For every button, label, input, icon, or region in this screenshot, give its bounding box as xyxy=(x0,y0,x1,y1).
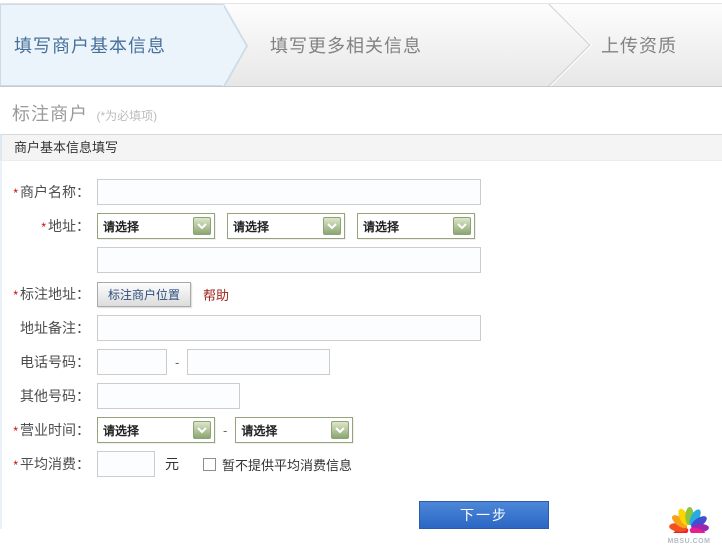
average-cost-input[interactable] xyxy=(97,451,155,477)
address-note-input[interactable] xyxy=(97,315,481,341)
row-phone: 电话号码： - xyxy=(2,349,722,375)
wizard-step-upload: 上传资质 xyxy=(601,32,677,58)
other-phone-label: 其他号码： xyxy=(2,386,90,406)
other-phone-input[interactable] xyxy=(97,383,240,409)
required-mark: * xyxy=(13,288,18,302)
step-wizard: 填写商户基本信息 填写更多相关信息 上传资质 xyxy=(0,3,722,87)
merchant-basic-info-form: *商户名称： *地址： 请选择 请选择 请选择 *标注地址： 标注商户 xyxy=(0,161,722,529)
hours-separator: - xyxy=(223,423,227,438)
no-average-cost-checkbox[interactable] xyxy=(203,458,216,471)
chevron-down-icon xyxy=(193,421,211,439)
address-label: *地址： xyxy=(2,216,90,236)
mark-merchant-location-button[interactable]: 标注商户位置 xyxy=(97,282,191,307)
row-average-cost: *平均消费： 元 暂不提供平均消费信息 xyxy=(2,451,722,477)
peacock-logo-icon xyxy=(664,499,714,533)
row-address-detail xyxy=(2,247,722,273)
required-mark: * xyxy=(13,458,18,472)
chevron-down-icon xyxy=(453,217,471,235)
required-fields-note: (*为必填项) xyxy=(96,109,157,123)
wizard-step-more-info: 填写更多相关信息 xyxy=(270,32,422,58)
mark-address-label: *标注地址： xyxy=(2,284,90,304)
average-cost-label: *平均消费： xyxy=(2,454,90,474)
required-mark: * xyxy=(13,424,18,438)
page-title: 标注商户 xyxy=(12,104,88,124)
merchant-name-label: *商户名称： xyxy=(2,182,90,202)
next-step-button[interactable]: 下一步 xyxy=(419,501,549,529)
phone-separator: - xyxy=(175,355,179,370)
province-select[interactable]: 请选择 xyxy=(97,213,215,239)
address-detail-input[interactable] xyxy=(97,247,481,273)
merchant-registration-page: 填写商户基本信息 填写更多相关信息 上传资质 标注商户 (*为必填项) 商户基本… xyxy=(0,0,722,548)
phone-label: 电话号码： xyxy=(2,352,90,372)
row-other-phone: 其他号码： xyxy=(2,383,722,409)
row-merchant-name: *商户名称： xyxy=(2,179,722,205)
no-average-cost-label: 暂不提供平均消费信息 xyxy=(222,455,352,474)
help-link[interactable]: 帮助 xyxy=(203,285,229,304)
yuan-unit-label: 元 xyxy=(165,454,179,474)
phone-number-input[interactable] xyxy=(187,349,330,375)
address-note-label: 地址备注： xyxy=(2,318,90,338)
watermark-text: MBSU.COM xyxy=(660,538,718,545)
phone-area-code-input[interactable] xyxy=(97,349,167,375)
row-address-selects: *地址： 请选择 请选择 请选择 xyxy=(2,213,722,239)
wizard-step-basic-info: 填写商户基本信息 xyxy=(14,32,166,58)
required-mark: * xyxy=(13,186,18,200)
row-mark-address: *标注地址： 标注商户位置 帮助 xyxy=(2,281,722,307)
chevron-down-icon xyxy=(323,217,341,235)
district-select[interactable]: 请选择 xyxy=(357,213,475,239)
title-row: 标注商户 (*为必填项) xyxy=(0,87,722,134)
required-mark: * xyxy=(41,220,46,234)
close-time-select[interactable]: 请选择 xyxy=(235,417,353,443)
chevron-separator-icon xyxy=(506,3,591,87)
chevron-down-icon xyxy=(193,217,211,235)
row-business-hours: *营业时间： 请选择 - 请选择 xyxy=(2,417,722,443)
city-select[interactable]: 请选择 xyxy=(227,213,345,239)
site-watermark: MBSU.COM xyxy=(660,499,718,545)
merchant-name-input[interactable] xyxy=(97,179,481,205)
row-address-note: 地址备注： xyxy=(2,315,722,341)
business-hours-label: *营业时间： xyxy=(2,420,90,440)
chevron-down-icon xyxy=(331,421,349,439)
section-title: 商户基本信息填写 xyxy=(0,134,722,161)
open-time-select[interactable]: 请选择 xyxy=(97,417,215,443)
